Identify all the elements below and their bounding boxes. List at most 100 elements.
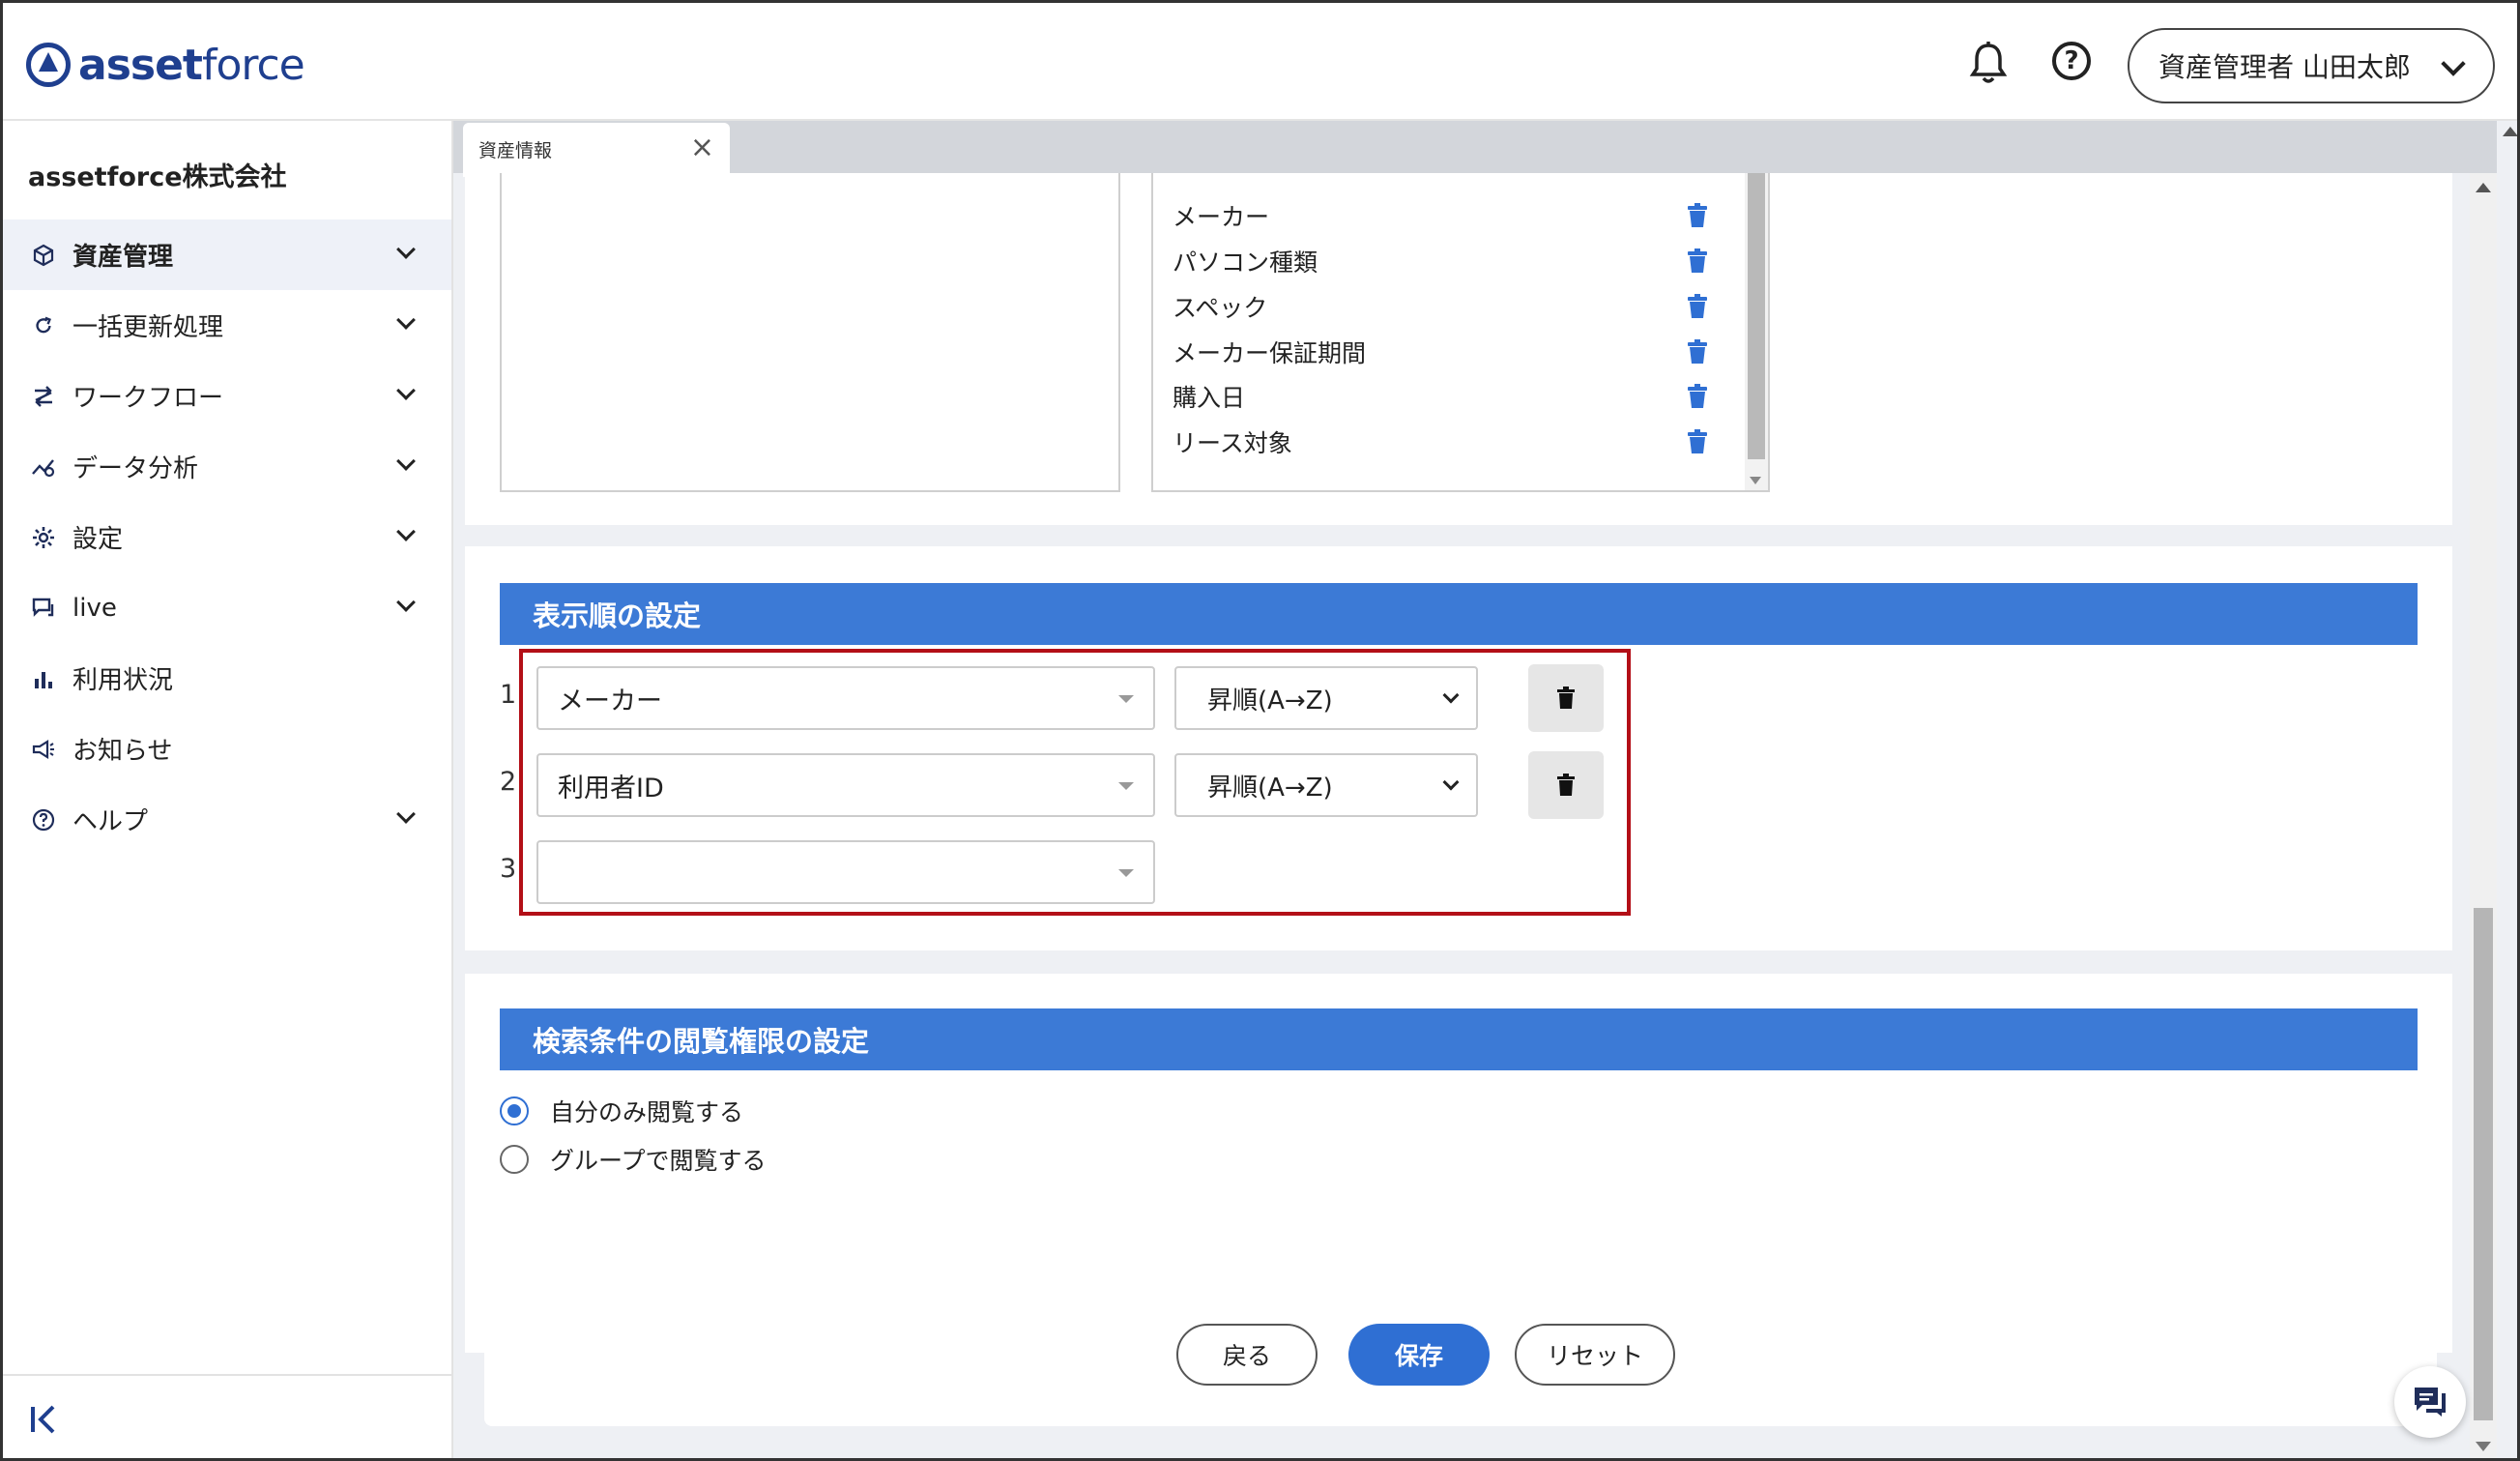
company-name: assetforce株式会社	[28, 162, 287, 192]
sidebar-item-label: live	[72, 593, 117, 623]
bell-icon[interactable]	[1967, 40, 2010, 86]
sort-field-select-3[interactable]	[536, 840, 1155, 904]
back-button[interactable]: 戻る	[1176, 1324, 1318, 1386]
trash-icon[interactable]	[1687, 248, 1708, 274]
radio-option-self[interactable]: 自分のみ閲覧する	[500, 1092, 743, 1130]
assetforce-logo[interactable]: assetforce	[26, 38, 305, 92]
sort-row-number: 3	[500, 854, 517, 884]
chevron-down-icon	[396, 522, 416, 541]
sidebar-item-label: 利用状況	[72, 666, 174, 695]
delete-row-button[interactable]	[1528, 751, 1604, 819]
scroll-down-arrow-icon[interactable]	[1750, 477, 1761, 484]
list-scrollbar[interactable]	[1745, 173, 1768, 490]
chevron-down-icon	[396, 452, 416, 471]
sidebar-item-data-analysis[interactable]: データ分析	[3, 431, 451, 502]
refresh-icon	[30, 312, 57, 339]
field-selection-panel: メーカー パソコン種類 スペック メーカー保証期間 購入日 リース対象	[465, 173, 2452, 525]
chevron-down-icon	[1442, 687, 1460, 704]
sidebar-divider	[3, 1374, 451, 1376]
sidebar-item-settings[interactable]: 設定	[3, 502, 451, 572]
logo-text-light: force	[201, 40, 305, 90]
radio-button[interactable]	[500, 1145, 529, 1174]
tab-label: 資産情報	[478, 140, 553, 161]
chevron-down-icon	[2441, 51, 2466, 76]
close-icon[interactable]: ×	[690, 131, 714, 164]
sort-field-select-1[interactable]: メーカー	[536, 666, 1155, 730]
tab-bar: 資産情報 ×	[453, 121, 2497, 177]
scrollbar-thumb[interactable]	[2474, 908, 2493, 1420]
workflow-icon	[30, 383, 57, 410]
logo-text-bold: asset	[78, 40, 203, 90]
scroll-up-arrow-icon[interactable]	[2503, 127, 2517, 136]
sidebar-item-bulk-update[interactable]: 一括更新処理	[3, 290, 451, 361]
user-menu-button[interactable]: 資産管理者 山田太郎	[2128, 28, 2495, 103]
list-item[interactable]: 購入日	[1173, 377, 1245, 416]
sort-order-select-1[interactable]: 昇順(A→Z)	[1174, 666, 1478, 730]
gear-icon	[30, 524, 57, 551]
sidebar: assetforce株式会社 資産管理 一括更新処理 ワークフロー データ分析 …	[3, 121, 453, 1458]
radio-option-group[interactable]: グループで閲覧する	[500, 1140, 767, 1179]
collapse-left-icon[interactable]	[28, 1403, 61, 1445]
trash-icon[interactable]	[1687, 203, 1708, 228]
caret-down-icon	[1118, 782, 1134, 790]
sort-row-number: 2	[500, 767, 517, 797]
page-scrollbar[interactable]	[2470, 173, 2497, 1458]
radio-label: 自分のみ閲覧する	[550, 1098, 744, 1126]
scroll-down-arrow-icon[interactable]	[2476, 1442, 2491, 1451]
cube-icon	[30, 242, 57, 269]
select-value: 昇順(A→Z)	[1207, 773, 1333, 803]
sidebar-item-notices[interactable]: お知らせ	[3, 714, 451, 784]
delete-row-button[interactable]	[1528, 664, 1604, 732]
trash-icon	[1557, 687, 1575, 709]
chat-icon	[2415, 1388, 2446, 1417]
available-fields-list[interactable]	[500, 173, 1120, 492]
sort-order-select-2[interactable]: 昇順(A→Z)	[1174, 753, 1478, 817]
reset-button[interactable]: リセット	[1515, 1324, 1675, 1386]
list-item[interactable]: スペック	[1173, 287, 1267, 326]
radio-button-selected[interactable]	[500, 1096, 529, 1125]
sidebar-item-label: お知らせ	[72, 737, 173, 766]
list-item[interactable]: リース対象	[1173, 423, 1292, 461]
trash-icon[interactable]	[1687, 384, 1708, 409]
chevron-down-icon	[396, 593, 416, 612]
question-circle-icon[interactable]: ?	[2052, 42, 2091, 80]
sidebar-item-workflow[interactable]: ワークフロー	[3, 361, 451, 431]
analytics-icon	[30, 453, 57, 481]
sort-order-panel: 表示順の設定 1 メーカー 昇順(A→Z) 2 利用者ID 昇順(A→Z) 3	[465, 546, 2452, 950]
list-item[interactable]: メーカー保証期間	[1173, 333, 1366, 371]
megaphone-icon	[30, 736, 57, 763]
select-value: 昇順(A→Z)	[1207, 686, 1333, 716]
sidebar-item-label: ヘルプ	[72, 807, 149, 836]
tab-asset-info[interactable]: 資産情報 ×	[463, 123, 730, 177]
sort-row-number: 1	[500, 680, 517, 710]
trash-icon	[1557, 774, 1575, 796]
save-button[interactable]: 保存	[1348, 1324, 1490, 1386]
sidebar-item-live[interactable]: live	[3, 572, 451, 643]
sidebar-item-label: 設定	[72, 525, 124, 554]
selected-fields-list[interactable]: メーカー パソコン種類 スペック メーカー保証期間 購入日 リース対象	[1151, 173, 1770, 492]
chevron-down-icon	[396, 240, 416, 259]
help-icon	[30, 806, 57, 833]
sidebar-item-help[interactable]: ヘルプ	[3, 784, 451, 855]
list-item[interactable]: メーカー	[1173, 196, 1269, 235]
permission-section-header: 検索条件の閲覧権限の設定	[500, 1008, 2418, 1070]
action-bar: 戻る 保存 リセット	[484, 1281, 2437, 1426]
chat-icon	[30, 595, 57, 622]
logo-mark-icon	[26, 43, 71, 87]
sidebar-nav: 資産管理 一括更新処理 ワークフロー データ分析 設定 live 利用状況 お知…	[3, 219, 451, 855]
list-item[interactable]: パソコン種類	[1173, 242, 1318, 280]
sidebar-item-label: 一括更新処理	[72, 313, 224, 342]
trash-icon[interactable]	[1687, 429, 1708, 454]
chevron-down-icon	[396, 804, 416, 824]
bar-chart-icon	[30, 665, 57, 692]
sort-field-select-2[interactable]: 利用者ID	[536, 753, 1155, 817]
sidebar-item-usage[interactable]: 利用状況	[3, 643, 451, 714]
trash-icon[interactable]	[1687, 294, 1708, 319]
trash-icon[interactable]	[1687, 339, 1708, 365]
scrollbar-thumb[interactable]	[1748, 173, 1765, 459]
sidebar-item-asset-management[interactable]: 資産管理	[3, 219, 451, 290]
logo-text: assetforce	[78, 40, 305, 90]
chat-support-button[interactable]	[2394, 1366, 2466, 1438]
scroll-up-arrow-icon[interactable]	[2476, 183, 2491, 192]
main-content: 資産情報 × メーカー パソコン種類 スペック メーカー保証期間 購入日 リース…	[453, 121, 2517, 1458]
